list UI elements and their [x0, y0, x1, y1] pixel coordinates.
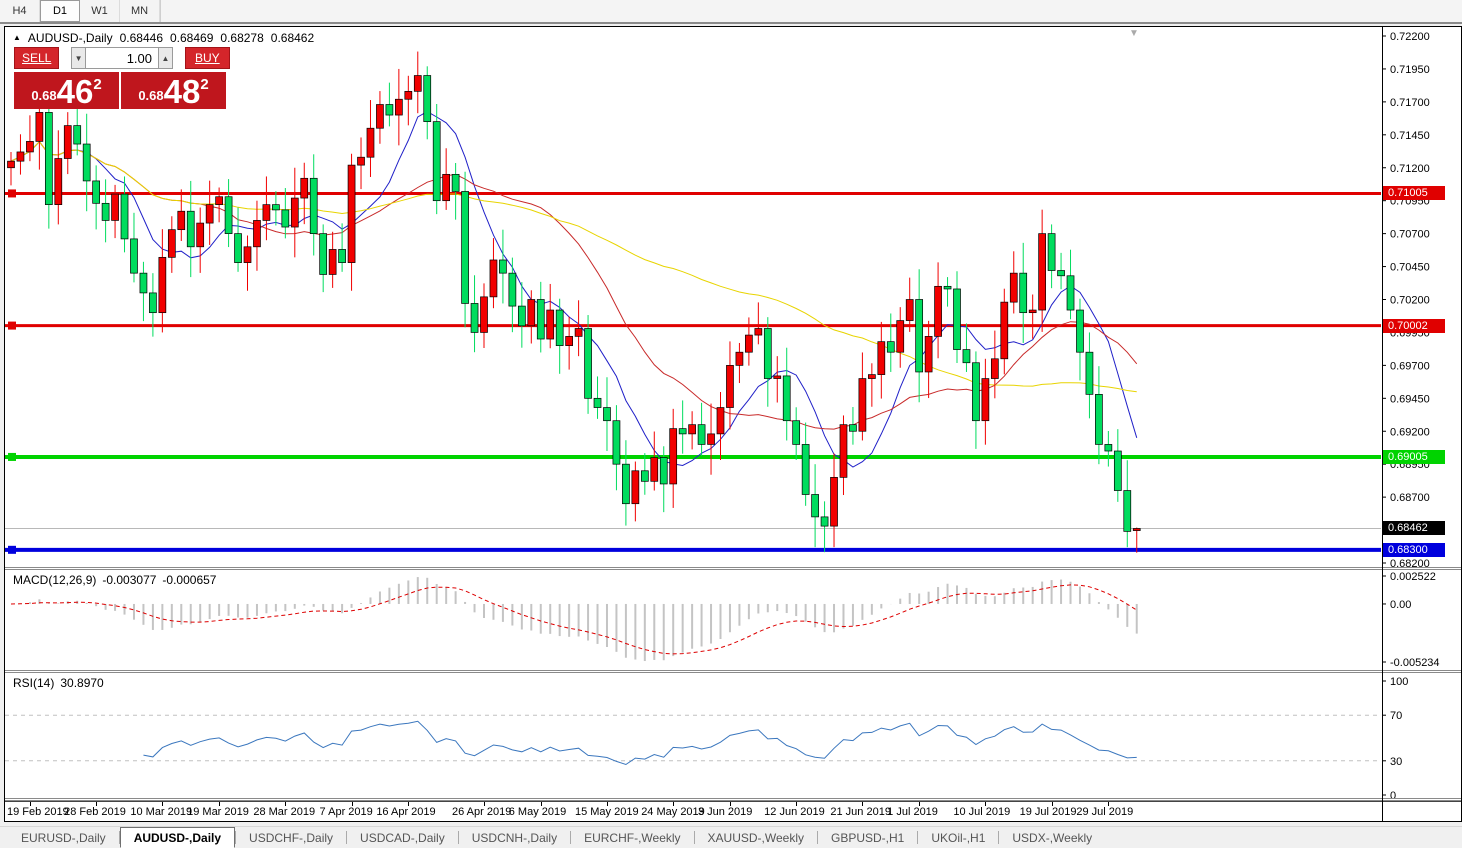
- tab-ukoil-h1[interactable]: UKOil-,H1: [918, 827, 998, 848]
- tab-usdcad-daily[interactable]: USDCAD-,Daily: [347, 827, 458, 848]
- macd-canvas[interactable]: 0.002522 0.00 -0.005234: [5, 570, 1461, 670]
- symbol-name: AUDUSD-,Daily: [28, 31, 113, 45]
- chart-window: ▲ AUDUSD-,Daily 0.68446 0.68469 0.68278 …: [4, 26, 1462, 822]
- ohlc-high: 0.68469: [170, 31, 213, 45]
- time-tick-label: 12 Jun 2019: [764, 806, 825, 818]
- tab-usdx-weekly[interactable]: USDX-,Weekly: [999, 827, 1105, 848]
- price-tick-label: 0.70700: [1390, 229, 1430, 241]
- price-tick-label: 0.72200: [1390, 31, 1430, 43]
- price-pane[interactable]: ▲ AUDUSD-,Daily 0.68446 0.68469 0.68278 …: [5, 27, 1461, 567]
- volume-decrease-button[interactable]: ▼: [71, 47, 86, 69]
- time-tick-label: 15 May 2019: [575, 806, 639, 818]
- macd-tick-label: 0.002522: [1390, 571, 1436, 583]
- price-tick-label: 0.68700: [1390, 492, 1430, 504]
- volume-input[interactable]: [86, 47, 158, 69]
- price-tick-label: 0.71950: [1390, 64, 1430, 76]
- rsi-value: 30.8970: [60, 676, 103, 690]
- time-tick-label: 19 Mar 2019: [187, 806, 249, 818]
- price-tick-label: 0.71450: [1390, 130, 1430, 142]
- macd-tick-label: 0.00: [1390, 599, 1411, 611]
- time-axis[interactable]: 19 Feb 201928 Feb 2019 10 Mar 201919 Mar …: [5, 801, 1461, 821]
- price-tick-label: 0.69200: [1390, 426, 1430, 438]
- volume-increase-button[interactable]: ▲: [158, 47, 173, 69]
- current-price-label: 0.68462: [1383, 521, 1445, 535]
- time-tick-label: 24 May 2019: [641, 806, 705, 818]
- time-tick-label: 19 Feb 2019: [7, 806, 69, 818]
- price-tick-label: 0.71200: [1390, 163, 1430, 175]
- chart-tab-bar: EURUSD-,DailyAUDUSD-,DailyUSDCHF-,DailyU…: [0, 826, 1462, 848]
- price-tick-label: 0.71700: [1390, 97, 1430, 109]
- timeframe-button-d1[interactable]: D1: [40, 0, 80, 22]
- buy-button[interactable]: BUY: [185, 47, 230, 69]
- price-tick-label: 0.70200: [1390, 295, 1430, 307]
- time-tick-label: 29 Jul 2019: [1076, 806, 1133, 818]
- price-tick-label: 0.68200: [1390, 558, 1430, 567]
- ohlc-low: 0.68278: [220, 31, 263, 45]
- hline-price-label: 0.71005: [1383, 186, 1445, 200]
- time-tick-label: 6 May 2019: [509, 806, 566, 818]
- macd-pane[interactable]: MACD(12,26,9) -0.003077 -0.000657 0.0025…: [5, 570, 1461, 670]
- tab-gbpusd-h1[interactable]: GBPUSD-,H1: [818, 827, 917, 848]
- timeframe-button-w1[interactable]: W1: [80, 0, 120, 22]
- timeframe-button-h4[interactable]: H4: [0, 0, 40, 22]
- time-tick-label: 16 Apr 2019: [376, 806, 435, 818]
- ohlc-close: 0.68462: [271, 31, 314, 45]
- hline-price-label: 0.69005: [1383, 450, 1445, 464]
- time-tick-label: 7 Apr 2019: [320, 806, 373, 818]
- collapse-triangle-icon[interactable]: ▲: [13, 33, 21, 43]
- rsi-pane[interactable]: RSI(14) 30.8970 100 70 30 0: [5, 673, 1461, 798]
- macd-signal-value: -0.000657: [162, 573, 216, 587]
- time-tick-label: 28 Mar 2019: [253, 806, 315, 818]
- bid-pips: 46: [57, 77, 94, 107]
- hline-price-label: 0.70002: [1383, 319, 1445, 333]
- time-tick-label: 19 Jul 2019: [1020, 806, 1077, 818]
- bid-quote[interactable]: 0.68 46 2: [14, 72, 119, 109]
- one-click-trade-panel: SELL ▼ ▲ BUY 0.68 46 2 0.68: [14, 47, 230, 109]
- mt4-terminal: H4D1W1MN ▲ AUDUSD-,Daily 0.68446 0.68469…: [0, 0, 1462, 848]
- timeframe-toolbar: H4D1W1MN: [0, 0, 1462, 24]
- rsi-tick-label: 100: [1390, 676, 1408, 688]
- scroll-to-end-icon[interactable]: ▼: [1129, 28, 1139, 39]
- ask-figure: 0.68: [138, 88, 163, 103]
- tab-eurchf-weekly[interactable]: EURCHF-,Weekly: [571, 827, 693, 848]
- tab-usdchf-daily[interactable]: USDCHF-,Daily: [236, 827, 346, 848]
- macd-name: MACD(12,26,9): [13, 573, 96, 587]
- ask-pips: 48: [164, 77, 201, 107]
- tab-xauusd-weekly[interactable]: XAUUSD-,Weekly: [695, 827, 817, 848]
- price-tick-label: 0.70450: [1390, 262, 1430, 274]
- time-tick-label: 28 Feb 2019: [64, 806, 126, 818]
- time-tick-label: 3 Jun 2019: [698, 806, 752, 818]
- bid-pipette: 2: [93, 76, 101, 93]
- rsi-canvas[interactable]: 100 70 30 0: [5, 673, 1461, 798]
- macd-value: -0.003077: [102, 573, 156, 587]
- rsi-name: RSI(14): [13, 676, 54, 690]
- chart-title: ▲ AUDUSD-,Daily 0.68446 0.68469 0.68278 …: [13, 31, 314, 45]
- toolbar-spacer: [160, 0, 1462, 22]
- rsi-tick-label: 70: [1390, 710, 1402, 722]
- rsi-tick-label: 30: [1390, 756, 1402, 768]
- ask-quote[interactable]: 0.68 48 2: [121, 72, 226, 109]
- rsi-label: RSI(14) 30.8970: [13, 676, 104, 690]
- tab-usdcnh-daily[interactable]: USDCNH-,Daily: [459, 827, 570, 848]
- time-tick-label: 1 Jul 2019: [887, 806, 938, 818]
- time-tick-label: 21 Jun 2019: [830, 806, 891, 818]
- timeframe-button-mn[interactable]: MN: [120, 0, 160, 22]
- price-tick-label: 0.69450: [1390, 393, 1430, 405]
- ask-pipette: 2: [200, 76, 208, 93]
- tab-audusd-daily[interactable]: AUDUSD-,Daily: [120, 827, 235, 848]
- time-tick-label: 10 Mar 2019: [130, 806, 192, 818]
- rsi-tick-label: 0: [1390, 790, 1396, 798]
- price-tick-label: 0.69700: [1390, 360, 1430, 372]
- time-tick-label: 10 Jul 2019: [953, 806, 1010, 818]
- macd-tick-label: -0.005234: [1390, 657, 1440, 669]
- bid-figure: 0.68: [31, 88, 56, 103]
- hline-price-label: 0.68300: [1383, 543, 1445, 557]
- sell-button[interactable]: SELL: [14, 47, 59, 69]
- time-tick-label: 26 Apr 2019: [452, 806, 511, 818]
- tab-eurusd-daily[interactable]: EURUSD-,Daily: [8, 827, 119, 848]
- macd-label: MACD(12,26,9) -0.003077 -0.000657: [13, 573, 216, 587]
- price-axis-border: [1382, 27, 1383, 821]
- ohlc-open: 0.68446: [120, 31, 163, 45]
